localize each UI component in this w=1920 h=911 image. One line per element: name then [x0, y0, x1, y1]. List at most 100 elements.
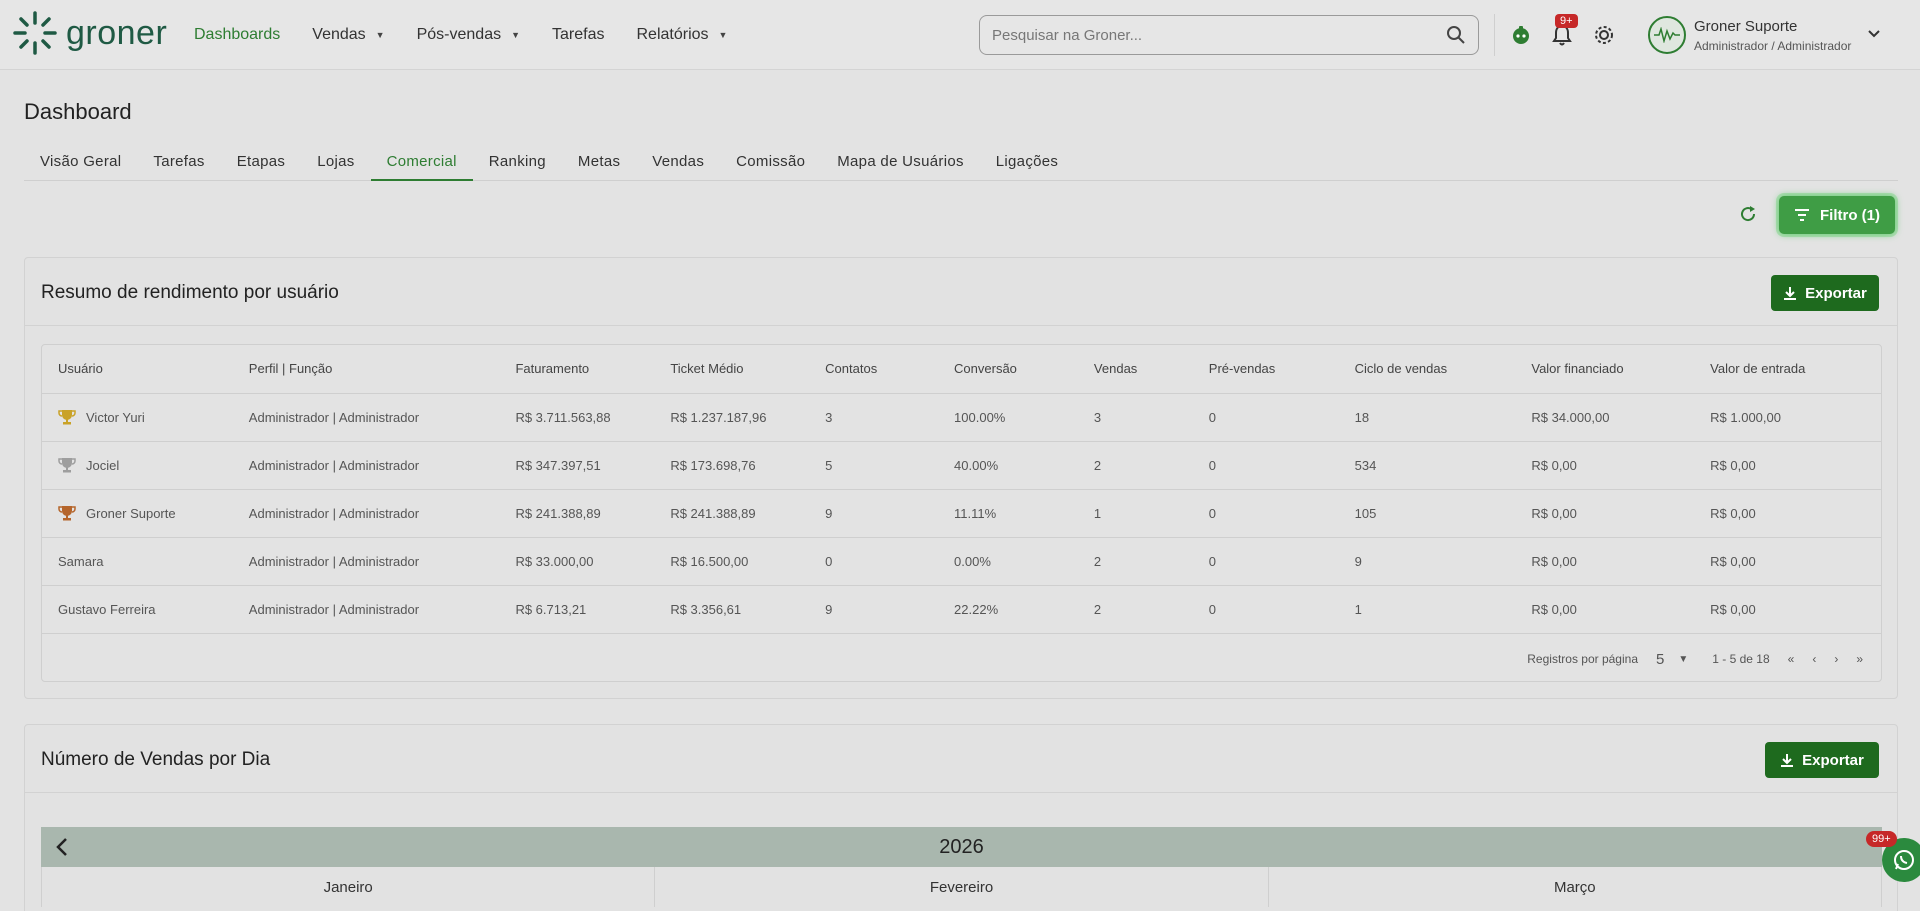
prev-page-icon[interactable]: ‹: [1812, 652, 1816, 666]
table-cell: 0: [1192, 489, 1339, 538]
tab-tarefas[interactable]: Tarefas: [137, 145, 220, 181]
chevron-down-icon[interactable]: [1866, 26, 1882, 42]
top-bar: groner Dashboards Vendas ▼ Pós-vendas ▼ Ta…: [0, 0, 1920, 70]
caret-down-icon: ▼: [1678, 653, 1689, 665]
table-row[interactable]: Gustavo Ferreira Administrador | Adminis…: [42, 585, 1881, 634]
tab-comissao[interactable]: Comissão: [720, 145, 821, 181]
card-header: Número de Vendas por Dia Exportar: [25, 725, 1897, 793]
table-cell: Administrador | Administrador: [232, 537, 500, 586]
export-label: Exportar: [1805, 284, 1867, 302]
chevron-left-icon[interactable]: [51, 835, 75, 859]
nav-tarefas[interactable]: Tarefas: [552, 26, 604, 44]
table-cell: R$ 0,00: [1515, 489, 1695, 538]
table-cell: R$ 241.388,89: [654, 489, 810, 538]
table-cell: R$ 0,00: [1694, 537, 1881, 586]
tab-etapas[interactable]: Etapas: [221, 145, 302, 181]
summary-table: Usuário Perfil | Função Faturamento Tick…: [41, 344, 1882, 682]
whatsapp-icon: [1894, 850, 1914, 870]
assistant-icon[interactable]: [1508, 22, 1534, 48]
table-cell: R$ 0,00: [1694, 441, 1881, 490]
table-cell: 3: [1077, 393, 1193, 442]
table-row[interactable]: Jociel Administrador | Administrador R$ …: [42, 441, 1881, 490]
calendar-year-bar: 2026: [41, 827, 1882, 867]
column-header[interactable]: Ticket Médio: [654, 345, 810, 394]
table-cell: R$ 16.500,00: [654, 537, 810, 586]
table-cell: 1: [1077, 489, 1193, 538]
table-cell: R$ 0,00: [1515, 441, 1695, 490]
table-cell: 0.00%: [938, 537, 1078, 586]
logo-text: groner: [66, 13, 168, 52]
pagination: Registros por página 5 ▼ 1 - 5 de 18 « ‹ …: [42, 635, 1881, 683]
table-cell: 0: [1192, 585, 1339, 634]
main-nav: Dashboards Vendas ▼ Pós-vendas ▼ Tarefas R…: [194, 0, 759, 70]
column-header[interactable]: Vendas: [1077, 345, 1193, 394]
next-page-icon[interactable]: ›: [1834, 652, 1838, 666]
tab-comercial[interactable]: Comercial: [370, 145, 473, 181]
gear-icon[interactable]: [1591, 22, 1617, 48]
export-button[interactable]: Exportar: [1771, 275, 1879, 311]
tab-ranking[interactable]: Ranking: [473, 145, 562, 181]
table-cell: Administrador | Administrador: [232, 393, 500, 442]
export-label: Exportar: [1802, 751, 1864, 769]
table-cell: 9: [1338, 537, 1516, 586]
table-cell: R$ 173.698,76: [654, 441, 810, 490]
nav-label: Vendas: [312, 26, 366, 43]
table-cell: 40.00%: [938, 441, 1078, 490]
tab-visao-geral[interactable]: Visão Geral: [24, 145, 137, 181]
tab-lojas[interactable]: Lojas: [301, 145, 370, 181]
table-cell: R$ 34.000,00: [1515, 393, 1695, 442]
download-icon: [1784, 287, 1797, 300]
divider: [1494, 14, 1495, 56]
per-page-select[interactable]: 5 ▼: [1656, 651, 1688, 668]
table-cell: R$ 6.713,21: [499, 585, 655, 634]
table-cell: 0: [1192, 537, 1339, 586]
first-page-icon[interactable]: «: [1788, 652, 1795, 666]
column-header[interactable]: Pré-vendas: [1192, 345, 1339, 394]
column-header[interactable]: Perfil | Função: [232, 345, 500, 394]
chat-badge: 99+: [1866, 831, 1897, 847]
table-cell: 534: [1338, 441, 1516, 490]
table-cell: 100.00%: [938, 393, 1078, 442]
table-cell: R$ 241.388,89: [499, 489, 655, 538]
search-input[interactable]: [992, 26, 1446, 44]
column-header[interactable]: Ciclo de vendas: [1338, 345, 1516, 394]
column-header[interactable]: Valor financiado: [1515, 345, 1695, 394]
column-header[interactable]: Usuário: [42, 345, 233, 394]
tab-mapa-de-usuarios[interactable]: Mapa de Usuários: [821, 145, 980, 181]
table-cell: 3: [809, 393, 939, 442]
tab-ligacoes[interactable]: Ligações: [980, 145, 1074, 181]
table-cell: 0: [1192, 393, 1339, 442]
table-row[interactable]: Victor Yuri Administrador | Administrado…: [42, 393, 1881, 442]
column-header[interactable]: Faturamento: [499, 345, 655, 394]
column-header[interactable]: Valor de entrada: [1694, 345, 1881, 394]
nav-vendas[interactable]: Vendas ▼: [312, 26, 384, 44]
table-cell: 5: [809, 441, 939, 490]
table-cell: R$ 0,00: [1515, 585, 1695, 634]
nav-pos-vendas[interactable]: Pós-vendas ▼: [417, 26, 520, 44]
last-page-icon[interactable]: »: [1856, 652, 1863, 666]
column-header[interactable]: Contatos: [809, 345, 939, 394]
logo[interactable]: groner: [12, 10, 167, 56]
table-cell: Jociel: [42, 441, 233, 490]
export-button[interactable]: Exportar: [1765, 742, 1879, 778]
table-header-row: Usuário Perfil | Função Faturamento Tick…: [42, 345, 1881, 394]
table-cell: 18: [1338, 393, 1516, 442]
tab-metas[interactable]: Metas: [562, 145, 636, 181]
table-cell: 11.11%: [938, 489, 1078, 538]
groner-logo-icon: [13, 11, 57, 55]
user-info: Groner Suporte Administrador / Administr…: [1694, 18, 1851, 53]
search-box: [979, 15, 1479, 55]
filter-button[interactable]: Filtro (1): [1779, 196, 1895, 234]
table-row[interactable]: Groner Suporte Administrador | Administr…: [42, 489, 1881, 538]
nav-dashboards[interactable]: Dashboards: [194, 26, 280, 44]
tab-vendas[interactable]: Vendas: [636, 145, 720, 181]
table-cell: R$ 3.711.563,88: [499, 393, 655, 442]
search-icon[interactable]: [1446, 25, 1466, 45]
refresh-icon[interactable]: [1736, 202, 1760, 226]
table-cell: R$ 0,00: [1694, 489, 1881, 538]
user-menu[interactable]: Groner Suporte Administrador / Administr…: [1648, 16, 1851, 54]
calendar-months: Janeiro Fevereiro Março: [41, 867, 1882, 907]
nav-relatorios[interactable]: Relatórios ▼: [636, 26, 727, 44]
column-header[interactable]: Conversão: [938, 345, 1078, 394]
table-row[interactable]: Samara Administrador | Administrador R$ …: [42, 537, 1881, 586]
